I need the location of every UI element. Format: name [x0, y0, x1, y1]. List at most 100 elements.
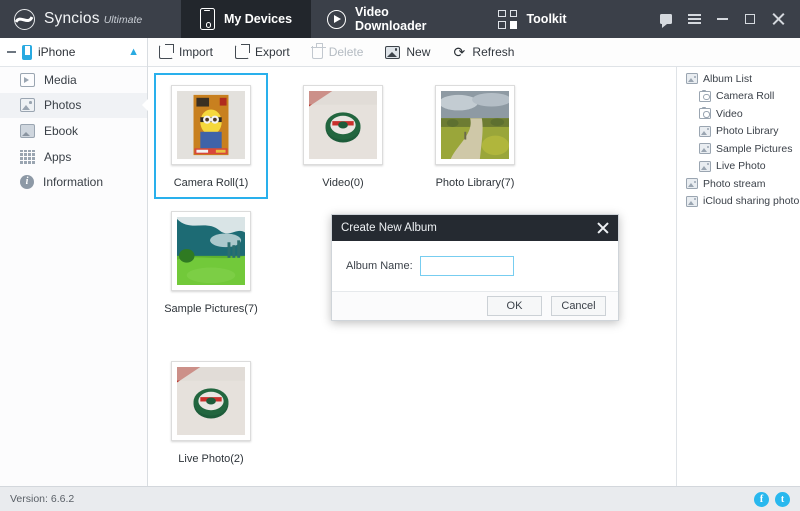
export-button[interactable]: Export	[224, 38, 301, 67]
photos-icon	[699, 125, 711, 137]
import-button[interactable]: Import	[148, 38, 224, 67]
dialog-footer: OK Cancel	[332, 291, 618, 320]
album-list-item-label: iCloud sharing photo	[703, 195, 800, 208]
album-tile-camera-roll[interactable]: Camera Roll(1)	[154, 73, 268, 199]
album-list-item-label: Photo Library	[716, 125, 779, 138]
ok-button[interactable]: OK	[487, 296, 542, 316]
eject-icon[interactable]: ▲	[128, 46, 139, 58]
sidebar-item-apps[interactable]: Apps	[0, 144, 147, 170]
album-name-input[interactable]	[420, 256, 514, 276]
device-row-iphone[interactable]: iPhone ▲	[0, 38, 147, 67]
export-label: Export	[255, 45, 290, 59]
dialog-header: Create New Album	[332, 215, 618, 241]
tab-my-devices-label: My Devices	[223, 12, 293, 26]
album-tile-live-photo[interactable]: Live Photo(2)	[154, 349, 268, 475]
album-name-label: Album Name:	[346, 260, 413, 272]
maximize-button[interactable]	[736, 0, 764, 38]
dialog-body: Album Name:	[332, 241, 618, 291]
minion-phone-case-image	[177, 91, 245, 159]
app-title: Syncios	[44, 10, 100, 27]
twitter-icon[interactable]: t	[775, 491, 790, 507]
album-tile-sample-pictures[interactable]: Sample Pictures(7)	[154, 199, 268, 325]
photos-icon	[686, 178, 698, 190]
album-list-item-photo-stream[interactable]: Photo stream	[678, 175, 800, 193]
album-thumbnail	[303, 85, 383, 165]
export-icon	[235, 44, 251, 59]
app-edition: Ultimate	[103, 14, 143, 26]
sidebar-item-ebook[interactable]: Ebook	[0, 118, 147, 144]
close-button[interactable]	[764, 0, 792, 38]
album-tile-label: Live Photo(2)	[178, 453, 244, 465]
dialog-close-icon[interactable]	[597, 222, 609, 234]
album-list-item-label: Sample Pictures	[716, 142, 793, 155]
album-tile-label: Camera Roll(1)	[173, 177, 249, 189]
new-label: New	[406, 45, 431, 59]
window-controls	[652, 0, 800, 38]
play-circle-icon	[327, 9, 346, 29]
refresh-button[interactable]: ⟳ Refresh	[441, 38, 525, 67]
social-links: f t	[754, 491, 790, 507]
feedback-bubble-icon	[660, 14, 672, 28]
camera-icon	[699, 107, 711, 120]
album-tile-photo-library[interactable]: Photo Library(7)	[418, 73, 532, 199]
album-list-item-label: Photo stream	[703, 177, 766, 190]
album-list-item-label: Live Photo	[716, 160, 766, 173]
menu-button[interactable]	[680, 0, 708, 38]
tab-toolkit-label: Toolkit	[526, 12, 567, 26]
refresh-label: Refresh	[472, 45, 515, 59]
album-thumbnail	[435, 85, 515, 165]
photos-icon	[20, 98, 35, 113]
minimize-button[interactable]	[708, 0, 736, 38]
sidebar-item-media[interactable]: Media	[0, 67, 147, 93]
tab-video-downloader-label: Video Downloader	[355, 5, 427, 33]
feedback-button[interactable]	[652, 0, 680, 38]
tab-my-devices[interactable]: My Devices	[181, 0, 311, 38]
tape-roll-image	[309, 91, 377, 159]
create-new-album-dialog: Create New Album Album Name: OK Cancel	[331, 214, 619, 321]
cancel-button[interactable]: Cancel	[551, 296, 606, 316]
album-tile-label: Video(0)	[322, 177, 364, 189]
camera-icon	[699, 89, 711, 102]
syncios-window: Syncios Ultimate My Devices Video Downlo…	[0, 0, 800, 511]
maximize-icon	[745, 14, 755, 24]
country-road-image	[441, 91, 509, 159]
sidebar-item-label: Ebook	[44, 123, 79, 138]
album-thumbnail	[171, 211, 251, 291]
photos-icon	[699, 160, 711, 172]
sidebar-item-label: Apps	[44, 149, 72, 164]
new-album-button[interactable]: New	[374, 38, 441, 67]
album-tile-video[interactable]: Video(0)	[286, 73, 400, 199]
sidebar-item-label: Media	[44, 72, 77, 87]
album-list-item-label: Camera Roll	[716, 90, 775, 103]
album-list-item-sample-pictures[interactable]: Sample Pictures	[678, 140, 800, 158]
status-bar: Version: 6.6.2 f t	[0, 486, 800, 511]
tab-video-downloader[interactable]: Video Downloader	[311, 0, 461, 38]
album-list-item-photo-library[interactable]: Photo Library	[678, 123, 800, 141]
sidebar-item-photos[interactable]: Photos	[0, 92, 147, 119]
album-list-panel: Album List Camera Roll Video Photo Libra…	[678, 67, 800, 486]
ebook-icon	[20, 123, 35, 138]
new-album-icon	[385, 45, 401, 59]
photos-icon	[699, 143, 711, 155]
media-icon	[20, 72, 35, 87]
photos-icon	[686, 73, 698, 85]
phone-icon	[199, 8, 215, 30]
info-icon: i	[20, 175, 34, 190]
sidebar-item-information[interactable]: i Information	[0, 169, 147, 195]
minus-icon[interactable]	[7, 51, 16, 53]
album-list-item-video[interactable]: Video	[678, 105, 800, 123]
album-list-item-camera-roll[interactable]: Camera Roll	[678, 88, 800, 106]
albums-grid-row-2: Live Photo(2)	[154, 349, 676, 475]
trash-icon	[310, 43, 326, 59]
album-list-item-live-photo[interactable]: Live Photo	[678, 158, 800, 176]
album-list-root[interactable]: Album List	[678, 70, 800, 88]
device-name-label: iPhone	[38, 45, 76, 59]
tape-roll-image	[177, 367, 245, 435]
version-label: Version: 6.6.2	[10, 493, 75, 505]
album-tile-label: Sample Pictures(7)	[164, 303, 258, 315]
facebook-icon[interactable]: f	[754, 491, 769, 507]
minimize-icon	[716, 18, 728, 20]
album-list-item-icloud-sharing-photo[interactable]: iCloud sharing photo	[678, 193, 800, 211]
tab-toolkit[interactable]: Toolkit	[461, 0, 604, 38]
photos-toolbar: Import Export Delete New ⟳ Refresh	[148, 38, 800, 67]
